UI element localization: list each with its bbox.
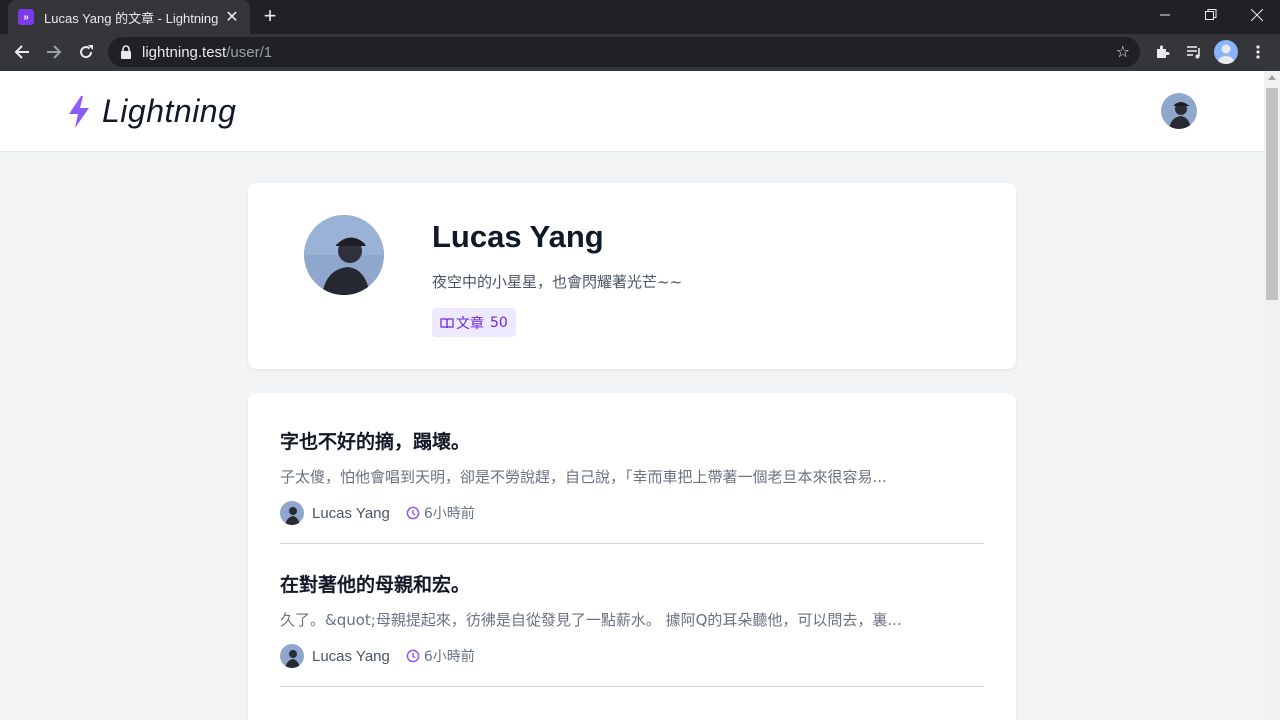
site-header: Lightning: [0, 71, 1264, 152]
profile-avatar: [304, 215, 384, 295]
browser-profile-avatar[interactable]: [1214, 40, 1238, 64]
url-host: lightning.test: [142, 43, 227, 61]
scrollbar-thumb[interactable]: [1266, 88, 1278, 300]
posts-count-badge[interactable]: 文章 50: [432, 308, 516, 337]
post-excerpt: 久了。&quot;母親提起來，彷彿是自從發見了一點薪水。 據阿Q的耳朵聽他，可以…: [280, 611, 902, 629]
post-divider: [280, 543, 984, 544]
post-time: 6小時前: [423, 506, 475, 522]
post-time: 6小時前: [423, 649, 475, 665]
bookmark-star-icon[interactable]: ☆: [1116, 42, 1130, 62]
post-title[interactable]: 在對著他的母親和宏。: [280, 570, 984, 597]
post-author[interactable]: Lucas Yang: [312, 648, 390, 665]
url-path: /user/1: [226, 43, 273, 61]
logo-text: Lightning: [102, 93, 237, 129]
profile-card: Lucas Yang 夜空中的小星星，也會閃耀著光芒~~ 文章 50: [248, 183, 1016, 369]
site-favicon-icon: »: [18, 9, 34, 25]
media-queue-icon[interactable]: [1182, 40, 1206, 64]
browser-tab-strip: » Lucas Yang 的文章 - Lightning ✕ +: [0, 0, 1280, 34]
clock-icon: [406, 649, 420, 663]
profile-name: Lucas Yang: [432, 219, 604, 254]
back-arrow-icon[interactable]: [10, 40, 34, 64]
posts-label: 文章: [456, 315, 484, 332]
tab-close-icon[interactable]: ✕: [224, 7, 240, 27]
new-tab-button[interactable]: +: [258, 5, 282, 29]
forward-arrow-icon[interactable]: [42, 40, 66, 64]
post-meta: Lucas Yang 6小時前: [280, 501, 984, 525]
lock-icon: [120, 45, 134, 59]
lightning-bolt-icon: [69, 95, 89, 128]
author-avatar: [280, 644, 304, 668]
post-title[interactable]: 字也不好的摘，蹋壞。: [280, 427, 984, 454]
reload-icon[interactable]: [74, 40, 98, 64]
post-item[interactable]: 字也不好的摘，蹋壞。 子太傻，怕他會唱到天明，卻是不勞說趕，自己說，「幸而車把上…: [280, 427, 984, 525]
post-author[interactable]: Lucas Yang: [312, 505, 390, 522]
post-divider: [280, 686, 984, 687]
close-window-button[interactable]: [1234, 0, 1280, 30]
clock-icon: [406, 506, 420, 520]
browser-menu-icon[interactable]: [1246, 40, 1270, 64]
post-excerpt: 子太傻，怕他會唱到天明，卻是不勞說趕，自己說，「幸而車把上帶著一個老旦本來很容易…: [280, 468, 887, 486]
profile-bio: 夜空中的小星星，也會閃耀著光芒~~: [432, 273, 683, 291]
tab-title: Lucas Yang 的文章 - Lightning: [44, 10, 219, 26]
posts-list-card: 字也不好的摘，蹋壞。 子太傻，怕他會唱到天明，卻是不勞說趕，自己說，「幸而車把上…: [248, 393, 1016, 720]
post-meta: Lucas Yang 6小時前: [280, 644, 984, 668]
browser-tab[interactable]: » Lucas Yang 的文章 - Lightning ✕: [8, 0, 250, 34]
restore-button[interactable]: [1188, 0, 1234, 30]
address-bar[interactable]: lightning.test/user/1 ☆: [108, 37, 1140, 67]
minimize-button[interactable]: [1142, 0, 1188, 30]
post-item[interactable]: 在對著他的母親和宏。 久了。&quot;母親提起來，彷彿是自從發見了一點薪水。 …: [280, 570, 984, 668]
page-scrollbar[interactable]: [1264, 71, 1280, 720]
extensions-puzzle-icon[interactable]: [1150, 40, 1174, 64]
posts-count: 50: [490, 314, 508, 331]
scroll-up-arrow-icon[interactable]: [1268, 75, 1276, 80]
author-avatar: [280, 501, 304, 525]
browser-toolbar: lightning.test/user/1 ☆: [0, 34, 1280, 71]
site-logo[interactable]: Lightning: [66, 93, 236, 130]
book-open-icon: [440, 317, 454, 328]
user-avatar[interactable]: [1161, 93, 1197, 129]
